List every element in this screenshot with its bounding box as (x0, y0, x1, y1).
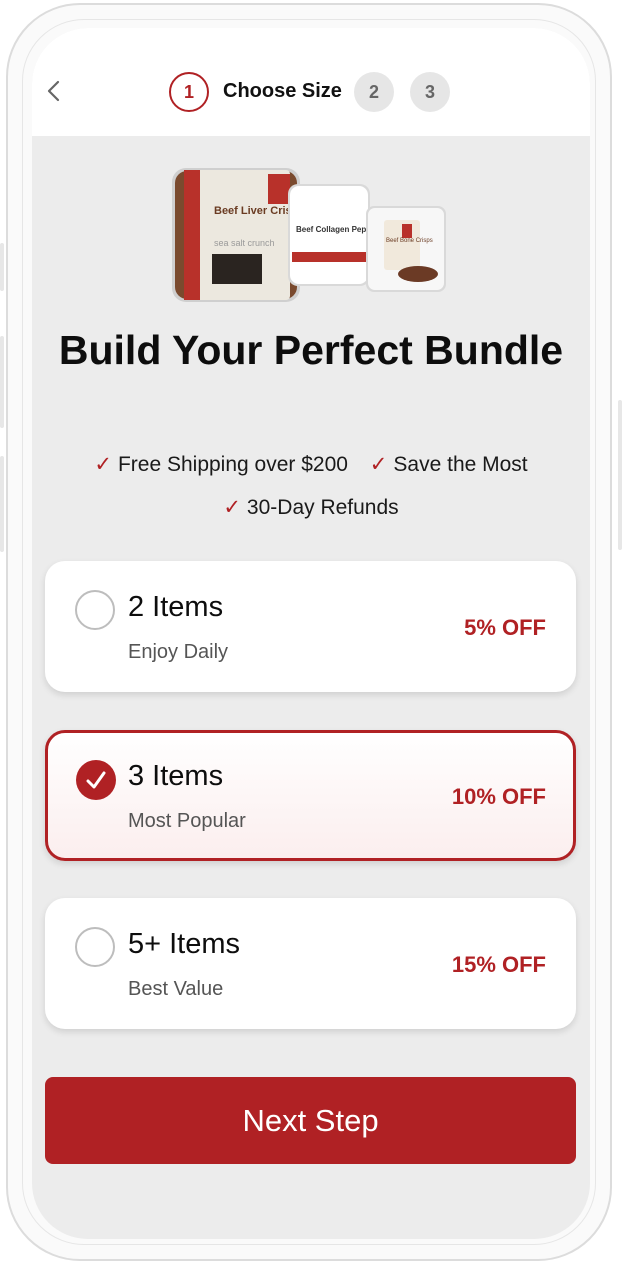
phone-side-button (0, 243, 4, 291)
perks-row-2: ✓ 30-Day Refunds (32, 495, 590, 520)
step-1-label: Choose Size (223, 80, 342, 102)
next-step-button[interactable]: Next Step (45, 1077, 576, 1164)
phone-side-button (618, 400, 622, 550)
radio-button[interactable] (75, 590, 115, 630)
step-1-indicator[interactable]: 1 (169, 72, 209, 112)
option-title: 3 Items (128, 760, 224, 792)
option-3-items[interactable]: 3 Items Most Popular 10% OFF (45, 730, 576, 861)
option-2-items[interactable]: 2 Items Enjoy Daily 5% OFF (45, 561, 576, 692)
discount-badge: 10% OFF (451, 784, 546, 809)
radio-button[interactable] (75, 927, 115, 967)
option-title: 5+ Items (128, 928, 241, 960)
option-subtitle: Best Value (128, 978, 224, 1000)
checkmark-icon: ✓ (223, 496, 241, 519)
page-title: Build Your Perfect Bundle (58, 327, 564, 373)
step-2-indicator[interactable]: 2 (354, 72, 394, 112)
radio-button-checked[interactable] (76, 760, 116, 800)
perk-save-most: ✓ Save the Most (369, 453, 528, 476)
phone-side-button (0, 336, 4, 428)
perk-refunds: ✓ 30-Day Refunds (223, 496, 399, 519)
perk-free-shipping: ✓ Free Shipping over $200 (94, 453, 348, 476)
discount-badge: 5% OFF (464, 615, 546, 640)
product-label-salt: sea salt crunch (214, 238, 275, 248)
option-subtitle: Enjoy Daily (128, 641, 229, 663)
screen: 1 Choose Size 2 3 Beef Liver Crisps sea … (32, 28, 590, 1239)
checkmark-icon: ✓ (94, 453, 112, 476)
option-title: 2 Items (128, 591, 224, 623)
check-icon (86, 771, 106, 789)
phone-side-button (0, 456, 4, 552)
step-header: 1 Choose Size 2 3 (32, 28, 590, 136)
back-button[interactable] (44, 79, 64, 103)
option-subtitle: Most Popular (128, 810, 246, 832)
option-5-plus-items[interactable]: 5+ Items Best Value 15% OFF (45, 898, 576, 1029)
chevron-left-icon (47, 80, 60, 102)
step-3-indicator[interactable]: 3 (410, 72, 450, 112)
bundle-product-image: Beef Liver Crisps sea salt crunch Beef C… (172, 168, 446, 302)
perks-row-1: ✓ Free Shipping over $200 ✓ Save the Most (32, 452, 590, 477)
checkmark-icon: ✓ (369, 453, 388, 476)
product-label-bone: Beef Bone Crisps (386, 238, 433, 244)
discount-badge: 15% OFF (451, 952, 546, 977)
